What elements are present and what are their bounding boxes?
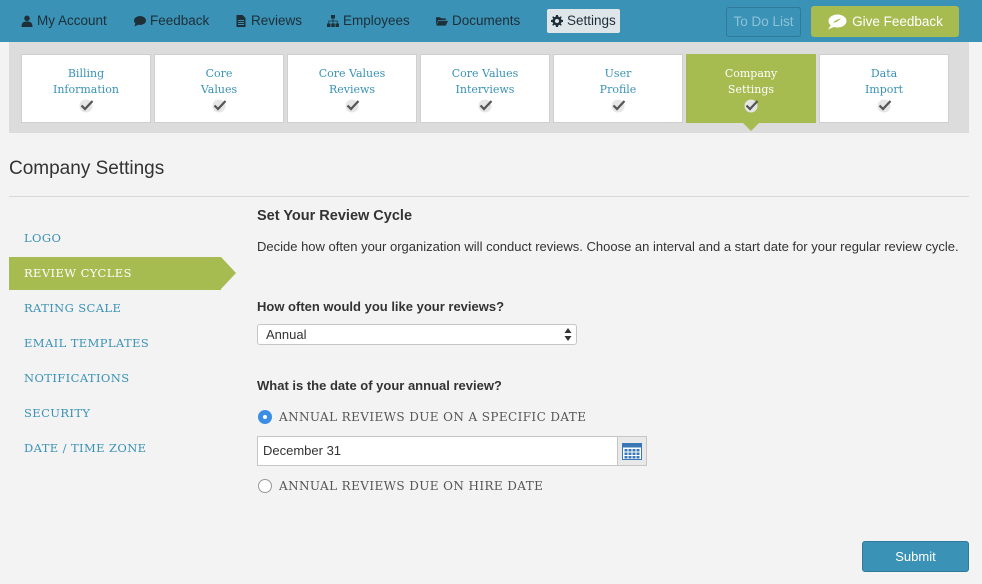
check-icon	[611, 99, 626, 113]
select-arrows-icon	[564, 328, 572, 341]
submit-button[interactable]: Submit	[862, 541, 969, 572]
give-feedback-label: Give Feedback	[852, 14, 943, 29]
wizard-step-label: Core Values	[200, 67, 238, 96]
comment-icon	[134, 16, 146, 27]
section-description: Decide how often your organization will …	[257, 239, 959, 254]
radio-hire-date[interactable]: ANNUAL REVIEWS DUE ON HIRE DATE	[258, 479, 543, 493]
gear-icon	[551, 15, 563, 27]
wizard-step-label: Core Values Interviews	[451, 67, 519, 96]
check-icon	[345, 99, 360, 113]
wizard-step-label: User Profile	[599, 67, 637, 96]
sidebar-item-email-templates[interactable]: EMAIL TEMPLATES	[9, 327, 221, 360]
wizard-step-core-values[interactable]: Core Values	[154, 54, 284, 123]
nav-reviews[interactable]: Reviews	[235, 9, 302, 33]
sitemap-icon	[327, 15, 339, 27]
sidebar-item-security[interactable]: SECURITY	[9, 397, 221, 430]
radio-specific-date-label: ANNUAL REVIEWS DUE ON A SPECIFIC DATE	[279, 410, 587, 424]
nav-label: Documents	[452, 13, 521, 28]
nav-label: Reviews	[251, 13, 303, 28]
check-icon	[478, 99, 493, 113]
radio-hire-date-label: ANNUAL REVIEWS DUE ON HIRE DATE	[279, 479, 544, 493]
sidebar-item-date-time-zone[interactable]: DATE / TIME ZONE	[9, 432, 221, 465]
file-icon	[236, 15, 246, 27]
nav-my-account[interactable]: My Account	[21, 9, 107, 33]
give-feedback-button[interactable]: Give Feedback	[811, 6, 959, 37]
folder-open-icon	[436, 17, 448, 26]
frequency-question: How often would you like your reviews?	[257, 299, 505, 314]
calendar-icon	[622, 443, 642, 460]
date-question: What is the date of your annual review?	[257, 378, 502, 393]
nav-label: Feedback	[150, 13, 210, 28]
radio-button[interactable]	[258, 479, 272, 493]
setup-wizard: Billing Information Core Values Core Val…	[9, 42, 969, 133]
wizard-step-label: Company Settings	[724, 67, 778, 96]
frequency-select[interactable]: Annual	[257, 324, 577, 345]
sidebar-item-notifications[interactable]: NOTIFICATIONS	[9, 362, 221, 395]
chat-bubble-icon	[828, 14, 847, 29]
page-title: Company Settings	[9, 158, 165, 179]
divider	[9, 196, 969, 197]
wizard-step-data-import[interactable]: Data Import	[819, 54, 949, 123]
review-date-input[interactable]: December 31	[257, 436, 619, 466]
check-icon	[79, 99, 94, 113]
active-step-pointer	[742, 122, 760, 131]
user-icon	[21, 15, 33, 27]
wizard-step-label: Core Values Reviews	[318, 67, 386, 96]
wizard-step-user-profile[interactable]: User Profile	[553, 54, 683, 123]
frequency-select-value: Annual	[266, 327, 307, 342]
nav-documents[interactable]: Documents	[436, 9, 520, 33]
check-icon	[744, 99, 759, 113]
radio-specific-date[interactable]: ANNUAL REVIEWS DUE ON A SPECIFIC DATE	[258, 410, 586, 424]
wizard-step-company-settings[interactable]: Company Settings	[686, 54, 816, 131]
section-title: Set Your Review Cycle	[257, 208, 413, 224]
wizard-step-core-values-reviews[interactable]: Core Values Reviews	[287, 54, 417, 123]
sidebar-item-review-cycles[interactable]: REVIEW CYCLES	[9, 257, 236, 290]
nav-label: Employees	[343, 13, 410, 28]
nav-label: Settings	[567, 13, 616, 28]
calendar-button[interactable]	[617, 436, 647, 466]
wizard-step-label: Data Import	[864, 67, 904, 96]
wizard-step-label: Billing Information	[52, 67, 120, 96]
nav-feedback[interactable]: Feedback	[134, 9, 209, 33]
nav-label: My Account	[37, 13, 107, 28]
todo-list-button[interactable]: To Do List	[726, 7, 801, 37]
wizard-step-billing-information[interactable]: Billing Information	[21, 54, 151, 123]
sidebar-item-logo[interactable]: LOGO	[9, 222, 221, 255]
check-icon	[877, 99, 892, 113]
nav-employees[interactable]: Employees	[327, 9, 410, 33]
nav-settings[interactable]: Settings	[547, 9, 620, 33]
top-nav: My Account Feedback Reviews Employees Do…	[0, 0, 982, 42]
check-icon	[212, 99, 227, 113]
radio-button-selected[interactable]	[258, 410, 272, 424]
wizard-step-core-values-interviews[interactable]: Core Values Interviews	[420, 54, 550, 123]
sidebar-item-rating-scale[interactable]: RATING SCALE	[9, 292, 221, 325]
